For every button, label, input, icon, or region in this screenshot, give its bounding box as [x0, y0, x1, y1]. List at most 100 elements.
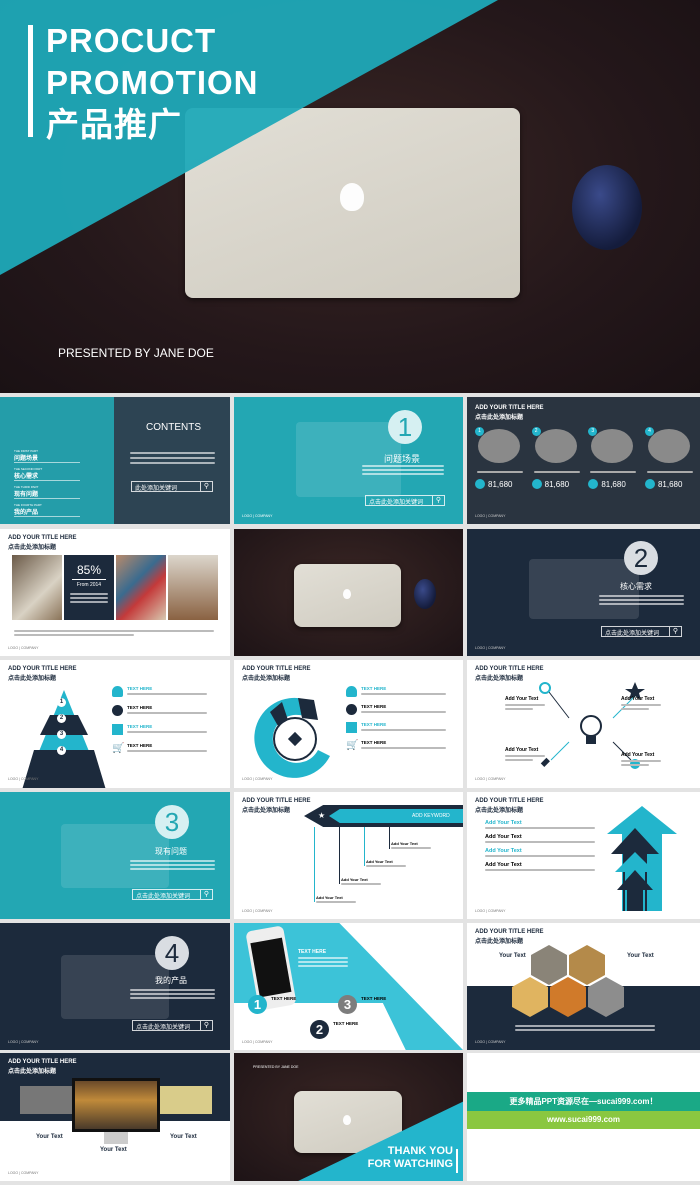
idea-text-2: Add Your Text [621, 696, 661, 710]
contents-item[interactable]: THE FIRST PART 问题场景 [14, 449, 80, 463]
slide-title: ADD YOUR TITLE HERE [8, 1059, 77, 1065]
ad-line-1[interactable]: 更多精品PPT资源尽在—sucai999.com！ [467, 1092, 700, 1111]
contents-list: THE FIRST PART 问题场景 THE SECOND PART 核心需求 T… [14, 449, 80, 521]
logo-text: LOGO | COMPANY [242, 909, 273, 913]
slide-thanks[interactable]: PRESENTED BY JANE DOE THANK YOU FOR WATCH… [234, 1053, 463, 1181]
section-number: 2 [624, 541, 658, 575]
thanks-text: THANK YOU FOR WATCHING [367, 1145, 453, 1170]
slide-stats[interactable]: ADD YOUR TITLE HERE 点击此处添加标题 1 81,680 2 81… [467, 397, 700, 524]
cart-icon: 🛒 [112, 743, 125, 754]
title-bar [28, 25, 33, 137]
contents-search[interactable]: 此处添加关键词 ⚲ [131, 481, 213, 492]
slide-idea[interactable]: ADD YOUR TITLE HERE 点击此处添加标题 Add Your Te… [467, 660, 700, 788]
star-icon: ★ [318, 811, 326, 820]
stats-row: 1 81,680 2 81,680 3 81,680 4 81,680 [475, 427, 695, 489]
slide-ring[interactable]: ADD YOUR TITLE HERE 点击此处添加标题 TEXT HERE T… [234, 660, 463, 788]
monitor-text-center: Your Text [100, 1147, 127, 1153]
user-icon [531, 479, 542, 489]
logo-text: LOGO | COMPANY [8, 1171, 39, 1175]
title-line-2: PROMOTION [46, 64, 259, 101]
slide-title: ADD YOUR TITLE HERE [475, 666, 544, 672]
arrows-chart [607, 806, 677, 911]
slide-section-3[interactable]: 3 现有问题 点击此处添加关键词 ⚲ [0, 792, 230, 919]
hero-slide[interactable]: PROCUCT PROMOTION 产品推广 PRESENTED BY JANE… [0, 0, 700, 393]
slide-hexagons[interactable]: ADD YOUR TITLE HERE 点击此处添加标题 Your Text Y… [467, 923, 700, 1050]
section-search[interactable]: 点击此处添加关键词 ⚲ [601, 626, 682, 637]
laptop-image [294, 564, 401, 627]
photo-right [160, 1086, 212, 1114]
laptop-ghost [61, 955, 169, 1019]
logo-text: LOGO | COMPANY [8, 1040, 39, 1044]
slide-subtitle: 点击此处添加标题 [8, 1069, 57, 1075]
step-3: 3 [338, 995, 357, 1014]
monitor-text-right: Your Text [170, 1134, 197, 1140]
laptop-ghost [61, 824, 169, 888]
logo-text: LOGO | COMPANY [475, 909, 506, 913]
slide-arrows[interactable]: ADD YOUR TITLE HERE 点击此处添加标题 Add Your Te… [467, 792, 700, 919]
slide-title: ADD YOUR TITLE HERE [475, 405, 544, 411]
section-title: 我的产品 [155, 976, 187, 985]
calendar-icon [112, 724, 123, 735]
ad-banner-slide[interactable]: 更多精品PPT资源尽在—sucai999.com！ www.sucai999.c… [467, 1053, 700, 1181]
photo-left [20, 1086, 72, 1114]
logo-text: LOGO | COMPANY [8, 646, 39, 650]
chat-icon [346, 704, 357, 715]
logo-text: LOGO | COMPANY [475, 514, 506, 518]
step-1: 1 [248, 995, 267, 1014]
contents-item[interactable]: THE FOURTH PART 我的产品 [14, 503, 80, 517]
chat-icon [112, 705, 123, 716]
hex-text-left: Your Text [499, 953, 526, 959]
slide-title: ADD YOUR TITLE HERE [8, 535, 77, 541]
step-2: 2 [310, 1020, 329, 1039]
slide-monitor[interactable]: ADD YOUR TITLE HERE 点击此处添加标题 Your Text Y… [0, 1053, 230, 1181]
slide-subtitle: 点击此处添加标题 [242, 676, 291, 682]
slide-pyramid[interactable]: ADD YOUR TITLE HERE 点击此处添加标题 1 2 3 4 TEX… [0, 660, 230, 788]
slide-section-2[interactable]: 2 核心需求 点击此处添加关键词 ⚲ LOGO | COMPANY [467, 529, 700, 656]
section-search[interactable]: 点击此处添加关键词 ⚲ [365, 495, 445, 506]
phone-text-heading: TEXT HERE [298, 949, 327, 955]
section-number: 3 [155, 805, 189, 839]
percent-card: 85% From 2014 [64, 555, 114, 620]
section-search[interactable]: 点击此处添加关键词 ⚲ [132, 889, 213, 900]
slide-contents[interactable]: CONTENTS THE FIRST PART 问题场景 THE SECOND P… [0, 397, 230, 524]
logo-text: LOGO | COMPANY [8, 777, 39, 781]
hex-text-right: Your Text [627, 953, 654, 959]
logo-text: LOGO | COMPANY [475, 777, 506, 781]
slide-subtitle: 点击此处添加标题 [475, 808, 524, 814]
user-icon [112, 686, 123, 697]
monitor-image [72, 1078, 160, 1132]
logo-text: LOGO | COMPANY [475, 646, 506, 650]
contents-item[interactable]: THE THIRD PART 现有问题 [14, 485, 80, 499]
slide-section-4[interactable]: 4 我的产品 点击此处添加关键词 ⚲ LOGO | COMPANY [0, 923, 230, 1050]
keyword-label: ADD KEYWORD [412, 813, 450, 819]
presenter: PRESENTED BY JANE DOE [253, 1065, 299, 1069]
apple-logo-icon [340, 183, 364, 211]
idea-text-3: Add Your Text [505, 747, 545, 761]
search-icon: ⚲ [669, 627, 681, 636]
slide-phone[interactable]: TEXT HERE 点击此处添加标题 TITLE HERE 1 3 2 TEXT… [234, 923, 463, 1050]
section-search[interactable]: 点击此处添加关键词 ⚲ [132, 1020, 213, 1031]
contents-item[interactable]: THE SECOND PART 核心需求 [14, 467, 80, 481]
user-icon [346, 686, 357, 697]
slide-subtitle: 点击此处添加标题 [475, 939, 524, 945]
slide-keyword[interactable]: ADD YOUR TITLE HERE 点击此处添加标题 ★ ADD KEYWO… [234, 792, 463, 919]
slide-subtitle: 点击此处添加标题 [475, 676, 524, 682]
section-number: 1 [388, 410, 422, 444]
pyramid-list: TEXT HERE TEXT HERE TEXT HERE 🛒 TEXT HERE [112, 686, 207, 754]
section-number: 4 [155, 936, 189, 970]
arrows-list: Add Your Text Add Your Text Add Your Tex… [485, 820, 595, 871]
slide-percent[interactable]: ADD YOUR TITLE HERE 点击此处添加标题 85% From 20… [0, 529, 230, 656]
cart-icon: 🛒 [346, 740, 359, 751]
slide-title: ADD YOUR TITLE HERE [242, 666, 311, 672]
slide-subtitle: 点击此处添加标题 [242, 808, 291, 814]
phone-cn-title: 点击此处添加标题 [414, 991, 455, 997]
photo [116, 555, 166, 620]
stat-item: 1 81,680 [475, 427, 525, 489]
slide-subtitle: 点击此处添加标题 [8, 676, 57, 682]
slide-title: ADD YOUR TITLE HERE [242, 798, 311, 804]
slide-laptop-photo[interactable] [234, 529, 463, 656]
slide-section-1[interactable]: 1 问题场景 点击此处添加关键词 ⚲ LOGO | COMPANY [234, 397, 463, 524]
search-icon: ⚲ [200, 482, 212, 491]
photo [12, 555, 62, 620]
ad-url-link[interactable]: www.sucai999.com [467, 1111, 700, 1129]
